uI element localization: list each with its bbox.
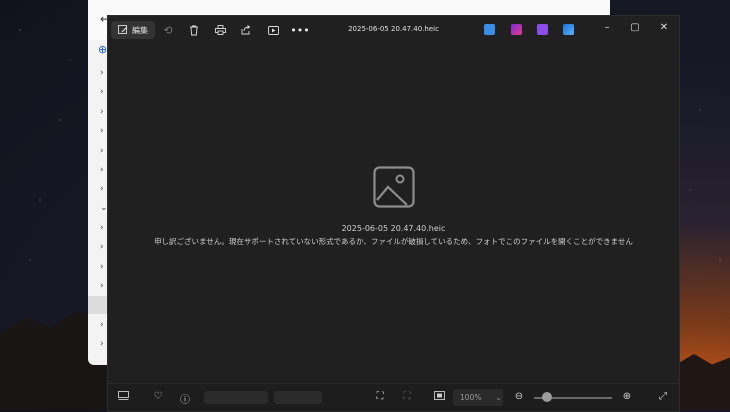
chevron-right-icon[interactable]: › (100, 87, 104, 97)
clipchamp-icon[interactable] (484, 24, 495, 35)
bottom-placeholder-field (274, 391, 322, 404)
filmstrip-icon[interactable] (116, 391, 130, 403)
chevron-right-icon[interactable]: › (100, 107, 104, 117)
chevron-right-icon[interactable]: › (100, 165, 104, 175)
designer-icon[interactable] (511, 24, 522, 35)
chevron-right-icon[interactable]: › (100, 262, 104, 272)
zoom-level-select[interactable]: 100% ⌄ (453, 389, 503, 406)
minimize-icon[interactable]: – (599, 22, 615, 33)
chevron-right-icon[interactable]: › (100, 320, 104, 330)
bottom-toolbar: ♡ ⓘ ⛶ ⛶ 100% ⌄ ⊖ ⊕ ⤢ (108, 383, 679, 411)
chevron-right-icon[interactable]: › (100, 281, 104, 291)
broken-image-icon (372, 166, 415, 208)
new-plus-icon[interactable]: ⊕ (98, 43, 107, 56)
file-name: 2025-06-05 20.47.40.heic (341, 224, 446, 233)
zoom-slider-thumb[interactable] (542, 392, 552, 402)
chevron-right-icon[interactable]: › (100, 184, 104, 194)
chevron-right-icon[interactable]: › (100, 223, 104, 233)
unsupported-file-message: 2025-06-05 20.47.40.heic 申し訳ございません。現在サポー… (108, 166, 679, 247)
explorer-selected-item[interactable] (88, 296, 108, 314)
zoom-level-value: 100% (460, 393, 482, 402)
clipchamp-purple-icon[interactable] (537, 24, 548, 35)
photos-app-window: 編集 ⟲ ••• 2025-06-05 20.47.40.heic – ▢ ✕ (107, 15, 680, 412)
maximize-icon[interactable]: ▢ (627, 22, 643, 33)
chevron-down-icon: ⌄ (495, 393, 502, 402)
fullscreen-icon[interactable]: ⤢ (656, 391, 670, 402)
chevron-right-icon[interactable]: › (100, 146, 104, 156)
close-icon[interactable]: ✕ (656, 22, 672, 33)
zoom-out-icon[interactable]: ⊖ (512, 391, 526, 402)
actual-size-icon[interactable]: ⛶ (400, 391, 414, 402)
chevron-right-icon[interactable]: › (100, 339, 104, 349)
favorite-heart-icon[interactable]: ♡ (151, 391, 165, 402)
onedrive-icon[interactable] (563, 24, 574, 35)
bottom-placeholder-field (204, 391, 268, 404)
compare-view-icon[interactable] (432, 391, 446, 403)
error-message: 申し訳ございません。現在サポートされていない形式であるか、ファイルが破損している… (154, 237, 633, 246)
photos-titlebar: 編集 ⟲ ••• 2025-06-05 20.47.40.heic – ▢ ✕ (108, 16, 679, 45)
fit-screen-icon[interactable]: ⛶ (373, 391, 387, 402)
chevron-right-icon[interactable]: › (100, 242, 104, 252)
window-title: 2025-06-05 20.47.40.heic (348, 25, 439, 33)
chevron-right-icon[interactable]: › (100, 126, 104, 136)
info-icon[interactable]: ⓘ (178, 391, 192, 406)
chevron-right-icon[interactable]: › (100, 68, 104, 78)
zoom-in-icon[interactable]: ⊕ (620, 391, 634, 402)
